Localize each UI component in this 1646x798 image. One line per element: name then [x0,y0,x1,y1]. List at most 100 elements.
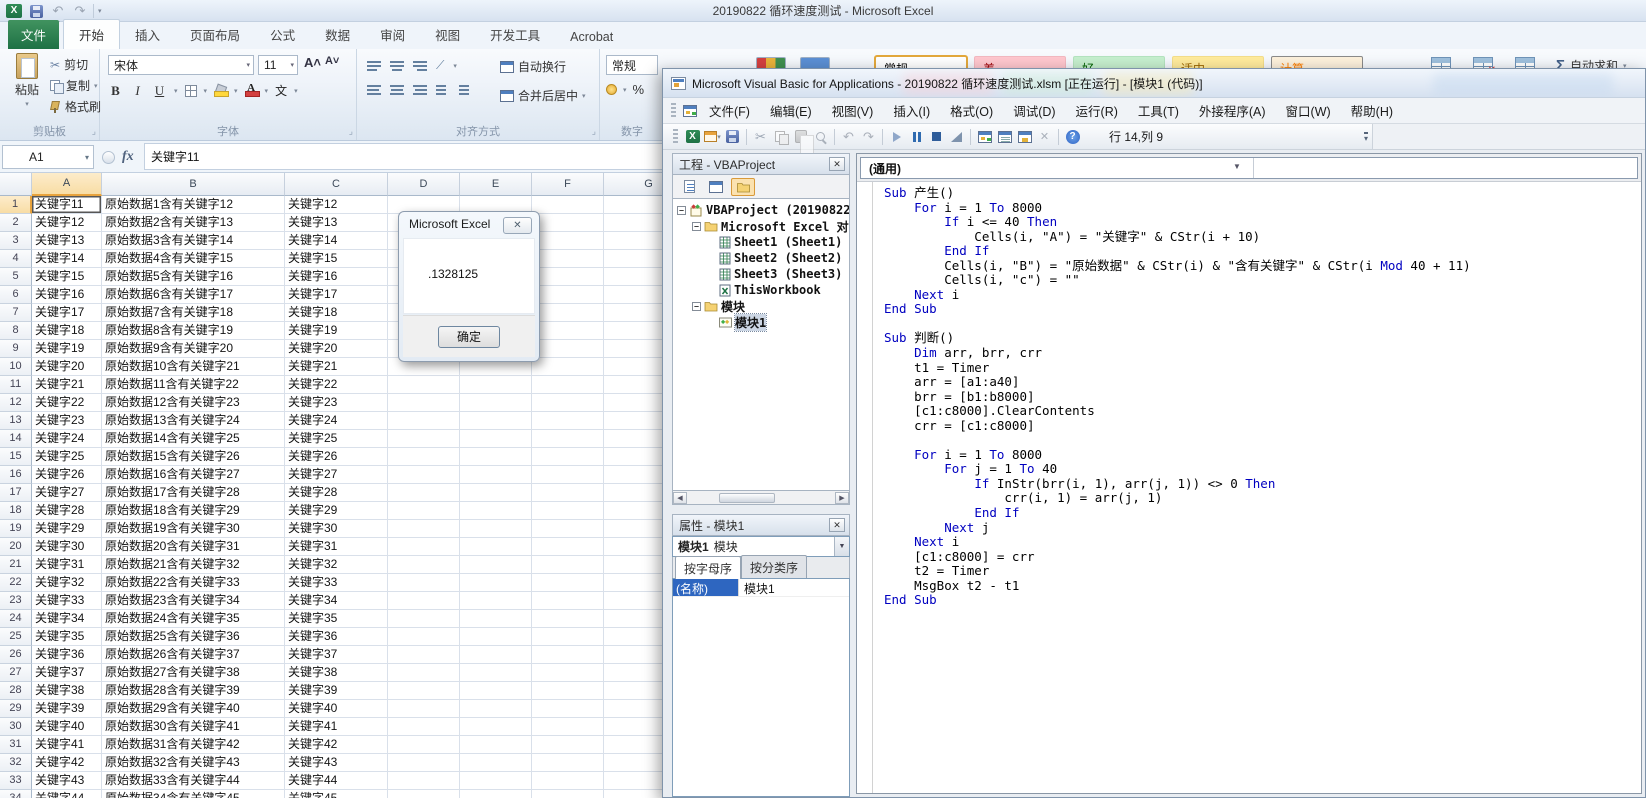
tree-expander-icon[interactable]: − [677,205,686,215]
column-header-G[interactable]: G [604,173,662,196]
reset-icon[interactable] [927,127,946,146]
cell[interactable]: 关键字13 [285,214,388,232]
cell[interactable] [460,628,532,646]
format-painter-button[interactable]: 格式刷 [50,96,101,117]
cell[interactable] [532,718,604,736]
properties-grid[interactable]: (名称) 模块1 [672,578,850,797]
cell[interactable] [532,340,604,358]
cell[interactable] [604,286,662,304]
cell[interactable]: 关键字12 [32,214,102,232]
vba-menu-item[interactable]: 外接程序(A) [1189,96,1276,125]
cell[interactable]: 关键字27 [285,466,388,484]
properties-tab[interactable]: 按字母序 [675,556,742,579]
cell[interactable]: 关键字44 [285,772,388,790]
cell[interactable] [460,682,532,700]
cell[interactable]: 关键字16 [285,268,388,286]
cell[interactable] [604,610,662,628]
cell[interactable]: 关键字32 [32,574,102,592]
row-header[interactable]: 16 [0,466,32,484]
ribbon-tab-2[interactable]: 插入 [120,20,175,49]
cell[interactable] [388,412,460,430]
row-header[interactable]: 26 [0,646,32,664]
cell[interactable] [388,718,460,736]
cell[interactable] [604,538,662,556]
cell[interactable]: 原始数据21含有关键字32 [102,556,285,574]
ribbon-tab-9[interactable]: Acrobat [555,25,628,49]
row-header[interactable]: 34 [0,790,32,798]
properties-tab[interactable]: 按分类序 [741,555,808,578]
font-size-combo[interactable]: 11 ▾ [258,55,298,75]
cell[interactable]: 关键字20 [285,340,388,358]
vba-menu-item[interactable]: 插入(I) [883,96,940,125]
cell[interactable] [532,376,604,394]
cell[interactable]: 关键字20 [32,358,102,376]
cell[interactable]: 关键字35 [285,610,388,628]
cell[interactable] [532,556,604,574]
cell[interactable] [532,394,604,412]
project-explorer-icon[interactable] [975,127,994,146]
cell[interactable] [604,466,662,484]
cell[interactable] [460,664,532,682]
cell[interactable]: 原始数据6含有关键字17 [102,286,285,304]
cell[interactable]: 关键字30 [32,538,102,556]
cell[interactable]: 原始数据27含有关键字38 [102,664,285,682]
cell[interactable] [460,736,532,754]
cell[interactable] [604,628,662,646]
cell[interactable] [604,304,662,322]
scroll-left-icon[interactable]: ◀ [673,491,687,504]
save-icon[interactable] [27,3,45,19]
cell[interactable]: 关键字34 [32,610,102,628]
cell[interactable] [532,448,604,466]
cell[interactable]: 关键字28 [32,502,102,520]
cell[interactable]: 关键字40 [285,700,388,718]
cell[interactable]: 关键字39 [285,682,388,700]
cell[interactable] [604,250,662,268]
view-code-button[interactable] [677,178,701,196]
cell[interactable] [388,520,460,538]
row-header[interactable]: 5 [0,268,32,286]
row-header[interactable]: 22 [0,574,32,592]
shrink-font-button[interactable]: A˅ [325,55,339,70]
vba-menu-item[interactable]: 视图(V) [822,96,884,125]
cell[interactable] [532,322,604,340]
cell[interactable] [604,646,662,664]
cell[interactable]: 关键字16 [32,286,102,304]
cell[interactable] [532,286,604,304]
cell[interactable]: 原始数据7含有关键字18 [102,304,285,322]
cell[interactable] [532,790,604,798]
cell[interactable]: 关键字12 [285,196,388,214]
row-header[interactable]: 20 [0,538,32,556]
orientation-icon[interactable]: ⟋ [436,58,444,73]
menu-grip[interactable] [671,102,676,119]
cell[interactable]: 关键字18 [285,304,388,322]
view-microsoft-excel-icon[interactable]: X [683,127,702,146]
cell[interactable]: 原始数据13含有关键字24 [102,412,285,430]
row-header[interactable]: 12 [0,394,32,412]
cell[interactable]: 原始数据34含有关键字45 [102,790,285,798]
cell[interactable]: 关键字31 [32,556,102,574]
row-header[interactable]: 10 [0,358,32,376]
row-header[interactable]: 9 [0,340,32,358]
cell[interactable] [388,376,460,394]
vba-menu-item[interactable]: 编辑(E) [760,96,822,125]
code-area[interactable]: Sub 产生() For i = 1 To 8000 If i <= 40 Th… [857,182,1641,793]
cell[interactable] [460,592,532,610]
copy-icon[interactable] [771,127,790,146]
merge-center-button[interactable]: 合并后居中 ▾ [500,85,586,106]
cell[interactable] [388,790,460,798]
cell[interactable] [460,610,532,628]
cell[interactable] [460,466,532,484]
row-header[interactable]: 19 [0,520,32,538]
cell[interactable] [532,196,604,214]
cell[interactable]: 关键字43 [285,754,388,772]
select-all-corner[interactable] [0,173,32,196]
msgbox-close-icon[interactable]: ✕ [503,217,532,234]
align-top-icon[interactable] [367,60,381,71]
cell[interactable] [604,754,662,772]
cell[interactable]: 原始数据32含有关键字43 [102,754,285,772]
cell[interactable] [532,232,604,250]
procedure-combo[interactable]: (通用) ▼ [860,157,1638,179]
clipboard-dialog-launcher[interactable]: ⌟ [92,126,96,137]
cell[interactable]: 关键字44 [32,790,102,798]
ribbon-tab-6[interactable]: 审阅 [365,20,420,49]
